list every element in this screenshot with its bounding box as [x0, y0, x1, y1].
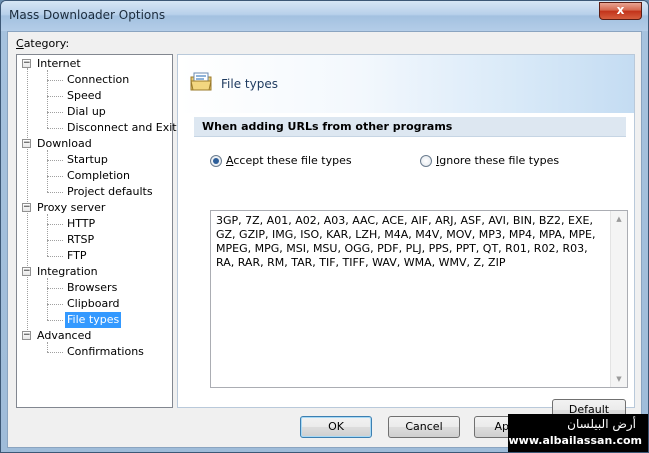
tree-connector: [47, 342, 48, 352]
file-types-text: 3GP, 7Z, A01, A02, A03, AAC, ACE, AIF, A…: [216, 214, 596, 269]
category-label: Category:: [16, 37, 70, 50]
ignore-file-types-radio[interactable]: Ignore these file types: [420, 153, 559, 169]
collapse-icon[interactable]: −: [22, 331, 31, 340]
options-window: Mass Downloader Options x Category: − Int…: [0, 0, 649, 453]
tree-connector: [47, 240, 63, 241]
tree-item-ftp[interactable]: FTP: [65, 248, 89, 264]
vertical-scrollbar[interactable]: ▲ ▼: [610, 211, 627, 387]
collapse-icon[interactable]: −: [22, 139, 31, 148]
tree-item-completion[interactable]: Completion: [65, 168, 132, 184]
radio-unchecked-icon: [420, 155, 432, 167]
ignore-file-types-label: Ignore these file types: [436, 154, 560, 167]
close-button[interactable]: x: [599, 2, 642, 20]
tree-connector: [47, 214, 48, 256]
tree-item-connection[interactable]: Connection: [65, 72, 131, 88]
tree-group-proxy-server[interactable]: Proxy server: [35, 200, 107, 216]
accept-file-types-label: Accept these file types: [226, 154, 352, 167]
tree-connector: [47, 320, 63, 321]
tree-item-dial-up[interactable]: Dial up: [65, 104, 108, 120]
tree-connector: [47, 288, 63, 289]
tree-connector: [47, 150, 48, 192]
ok-button[interactable]: OK: [300, 416, 372, 438]
tree-connector: [47, 256, 63, 257]
tree-item-file-types[interactable]: File types: [65, 312, 122, 328]
panel-title: File types: [221, 77, 278, 91]
tree-group-internet[interactable]: Internet: [35, 56, 83, 72]
tree-connector: [47, 304, 63, 305]
accept-file-types-radio[interactable]: Accept these file types: [210, 153, 352, 169]
tree-connector: [47, 352, 63, 353]
tree-item-speed[interactable]: Speed: [65, 88, 103, 104]
tree-connector: [47, 176, 63, 177]
tree-item-rtsp[interactable]: RTSP: [65, 232, 96, 248]
scroll-down-icon[interactable]: ▼: [611, 371, 627, 387]
tree-connector: [47, 278, 48, 320]
file-types-icon: [190, 72, 212, 91]
watermark: أرض البيلسان www.albailassan.com: [508, 414, 648, 452]
tree-group-download[interactable]: Download: [35, 136, 94, 152]
tree-group-integration[interactable]: Integration: [35, 264, 100, 280]
tree-item-project-defaults[interactable]: Project defaults: [65, 184, 155, 200]
tree-connector: [47, 224, 63, 225]
tree-group-advanced[interactable]: Advanced: [35, 328, 93, 344]
collapse-icon[interactable]: −: [22, 267, 31, 276]
collapse-icon[interactable]: −: [22, 203, 31, 212]
radio-checked-icon: [210, 155, 222, 167]
tree-item-browsers[interactable]: Browsers: [65, 280, 119, 296]
tree-item-startup[interactable]: Startup: [65, 152, 110, 168]
category-tree[interactable]: − Internet Connection Speed Dial up Disconnec…: [16, 54, 177, 408]
tree-item-confirmations[interactable]: Confirmations: [65, 344, 146, 360]
tree-connector: [47, 112, 63, 113]
dialog-body: Category: − Internet Connection Speed Dial u…: [7, 31, 642, 448]
scroll-up-icon[interactable]: ▲: [611, 211, 627, 227]
watermark-url: www.albailassan.com: [508, 434, 642, 447]
window-title: Mass Downloader Options: [9, 8, 166, 22]
panel-header: File types: [178, 55, 634, 113]
collapse-icon[interactable]: −: [22, 59, 31, 68]
file-types-textarea[interactable]: 3GP, 7Z, A01, A02, A03, AAC, ACE, AIF, A…: [210, 210, 628, 388]
section-heading: When adding URLs from other programs: [194, 117, 626, 137]
file-types-panel: File types When adding URLs from other p…: [177, 54, 635, 436]
tree-connector: [47, 192, 63, 193]
tree-item-disconnect-and-exit[interactable]: Disconnect and Exit: [65, 120, 179, 136]
tree-connector: [47, 160, 63, 161]
close-icon: x: [616, 3, 625, 17]
tree-connector: [47, 70, 48, 128]
tree-connector: [47, 96, 63, 97]
tree-connector: [47, 80, 63, 81]
tree-item-http[interactable]: HTTP: [65, 216, 97, 232]
tree-connector: [47, 128, 63, 129]
cancel-button[interactable]: Cancel: [388, 416, 460, 438]
title-bar[interactable]: Mass Downloader Options x: [1, 1, 648, 31]
watermark-arabic-text: أرض البيلسان: [567, 417, 636, 431]
tree-item-clipboard[interactable]: Clipboard: [65, 296, 122, 312]
